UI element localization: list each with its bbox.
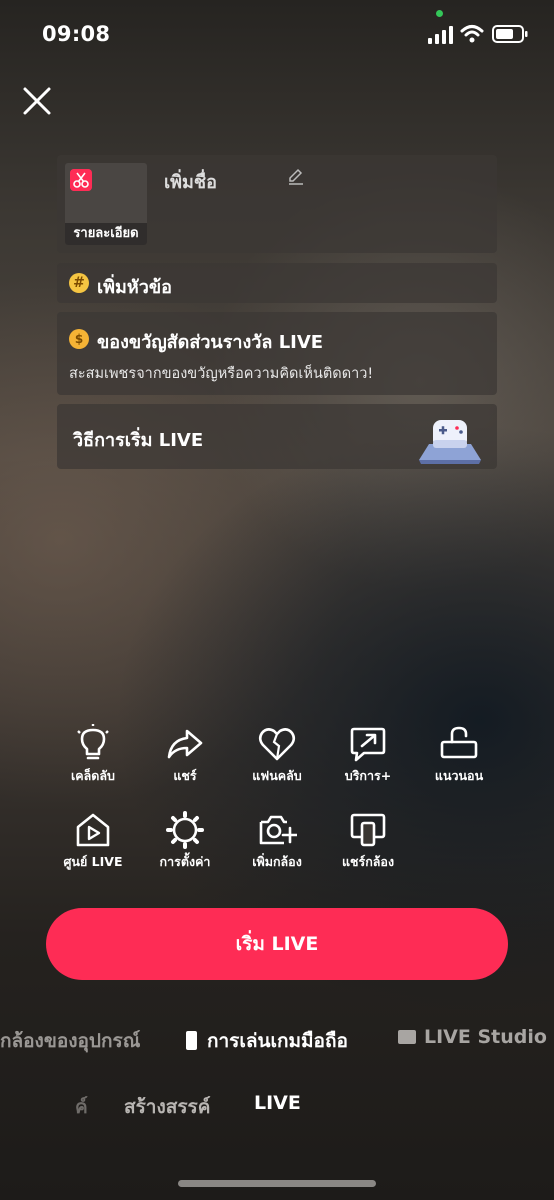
tool-landscape[interactable]: แนวนอน <box>414 724 504 788</box>
mode-mobile-gaming[interactable]: การเล่นเกมมือถือ <box>186 1026 348 1056</box>
mode-live-studio[interactable]: LIVE Studio <box>398 1026 547 1048</box>
mode-mobile-label: การเล่นเกมมือถือ <box>207 1030 348 1052</box>
tool-add-camera[interactable]: เพิ่มกล้อง <box>232 810 322 874</box>
game-controller-illustration-icon <box>419 420 481 464</box>
gear-icon <box>166 811 204 849</box>
scissors-icon <box>70 169 92 191</box>
add-topic-label: เพิ่มหัวข้อ <box>97 277 172 298</box>
chat-arrow-icon <box>350 727 386 762</box>
share-screen-icon <box>350 813 386 847</box>
mode-device-label: กล้องของอุปกรณ์ <box>0 1030 141 1052</box>
phone-icon <box>186 1031 197 1050</box>
tool-label: เคล็ดลับ <box>70 768 115 783</box>
gift-subtitle: สะสมเพชรจากของขวัญหรือความคิดเห็นติดดาว! <box>69 366 374 382</box>
home-play-icon <box>76 813 110 847</box>
monitor-icon <box>398 1030 416 1044</box>
tool-label: แชร์ <box>173 768 197 783</box>
nav-item-create[interactable]: สร้างสรรค์ <box>124 1092 210 1122</box>
cellular-signal-icon <box>428 26 453 44</box>
status-time: 09:08 <box>42 22 111 46</box>
tool-live-center[interactable]: ศูนย์ LIVE <box>48 810 138 874</box>
coin-icon: $ <box>69 329 89 349</box>
close-button[interactable] <box>20 84 54 118</box>
mode-studio-label: LIVE Studio <box>424 1026 547 1048</box>
add-camera-icon <box>259 815 297 845</box>
start-live-button[interactable]: เริ่ม LIVE <box>46 908 508 980</box>
battery-icon <box>492 25 528 43</box>
tool-label: การตั้งค่า <box>159 854 211 869</box>
home-indicator <box>178 1180 376 1187</box>
how-to-start-live-card[interactable]: วิธีการเริ่ม LIVE <box>57 404 497 469</box>
nav-item-live[interactable]: LIVE <box>254 1092 301 1114</box>
cover-thumbnail[interactable]: รายละเอียด <box>65 163 147 245</box>
how-to-start-label: วิธีการเริ่ม LIVE <box>73 430 204 451</box>
tool-fan-club[interactable]: แฟนคลับ <box>232 724 322 788</box>
rotate-lock-icon <box>440 726 478 759</box>
heart-icon <box>258 728 296 761</box>
tool-label: เพิ่มกล้อง <box>252 854 302 869</box>
tool-share-camera[interactable]: แชร์กล้อง <box>323 810 413 874</box>
tool-tips[interactable]: เคล็ดลับ <box>48 724 138 788</box>
tool-share[interactable]: แชร์ <box>140 724 230 788</box>
wifi-icon <box>460 25 484 43</box>
tool-label: บริการ+ <box>344 768 392 783</box>
pencil-icon[interactable] <box>287 167 305 185</box>
thumbnail-details-label: รายละเอียด <box>65 223 147 245</box>
tool-label: แฟนคลับ <box>252 768 302 783</box>
mode-device-camera[interactable]: กล้องของอุปกรณ์ <box>0 1026 140 1056</box>
tool-label: ศูนย์ LIVE <box>63 854 123 869</box>
share-arrow-icon <box>167 729 203 759</box>
status-bar: 09:08 <box>0 0 554 70</box>
tool-label: แนวนอน <box>434 768 484 783</box>
live-title-card: รายละเอียด เพิ่มชื่อ <box>57 155 497 253</box>
lightbulb-icon <box>77 724 109 760</box>
privacy-indicator-dot <box>436 10 443 17</box>
hashtag-icon: # <box>69 273 89 293</box>
tool-services-plus[interactable]: บริการ+ <box>323 724 413 788</box>
add-name-field[interactable]: เพิ่มชื่อ <box>164 167 217 196</box>
add-topic-button[interactable]: # เพิ่มหัวข้อ <box>57 263 497 303</box>
nav-item-previous[interactable]: ค์ <box>75 1092 88 1122</box>
live-gift-rewards-card[interactable]: $ ของขวัญสัดส่วนรางวัล LIVE สะสมเพชรจากข… <box>57 312 497 395</box>
tool-settings[interactable]: การตั้งค่า <box>140 810 230 874</box>
gift-title: ของขวัญสัดส่วนรางวัล LIVE <box>97 332 324 353</box>
tool-label: แชร์กล้อง <box>341 854 395 869</box>
